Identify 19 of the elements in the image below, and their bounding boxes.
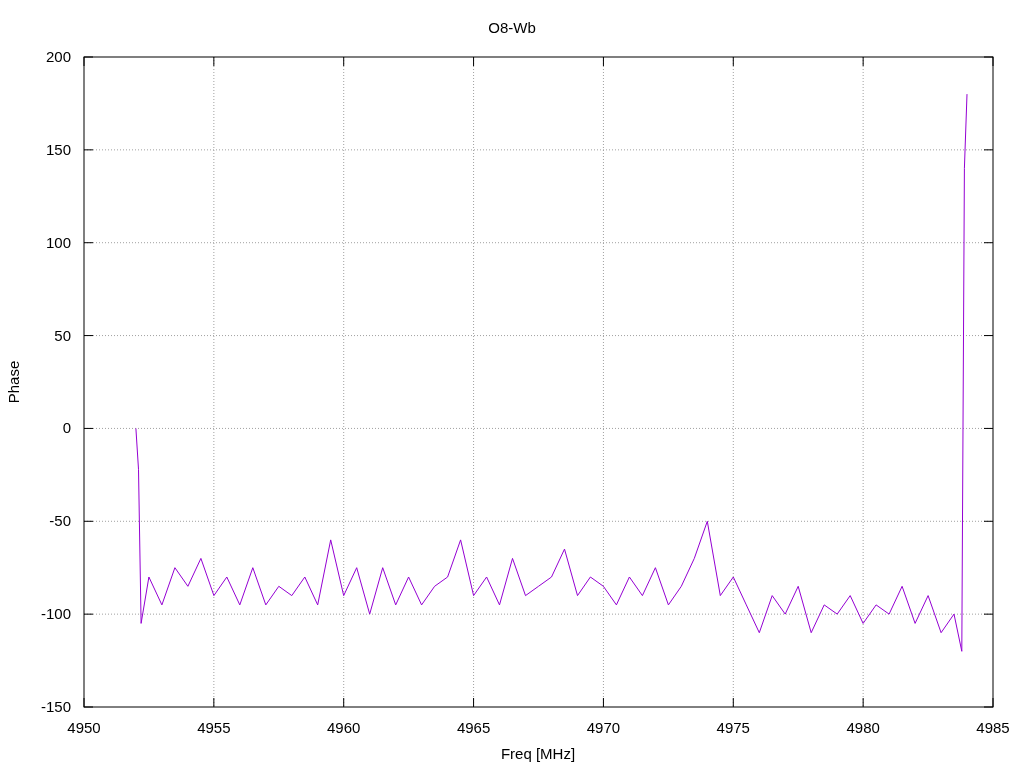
y-axis-label: Phase: [5, 360, 22, 404]
x-tick-label: 4970: [586, 719, 621, 736]
y-tick-label: -150: [40, 698, 71, 715]
y-tick-label: 0: [62, 419, 71, 437]
x-tick-label: 4980: [846, 719, 880, 736]
y-tick-label: 200: [45, 48, 71, 65]
y-tick-label: 150: [45, 140, 71, 158]
x-tick-label: 4965: [456, 719, 491, 736]
x-tick-label: 4960: [327, 719, 361, 736]
y-tick-label: -100: [40, 605, 71, 623]
chart-title: O8-Wb: [488, 19, 536, 36]
x-tick-label: 4975: [716, 719, 750, 736]
x-tick-label: 4985: [976, 719, 1010, 736]
x-tick-label: 4955: [197, 719, 231, 736]
y-tick-label: 50: [54, 326, 71, 344]
x-axis-label: Freq [MHz]: [500, 745, 576, 762]
x-tick-label: 4950: [67, 719, 101, 736]
y-tick-label: 100: [45, 233, 71, 251]
y-tick-label: -50: [49, 512, 71, 530]
